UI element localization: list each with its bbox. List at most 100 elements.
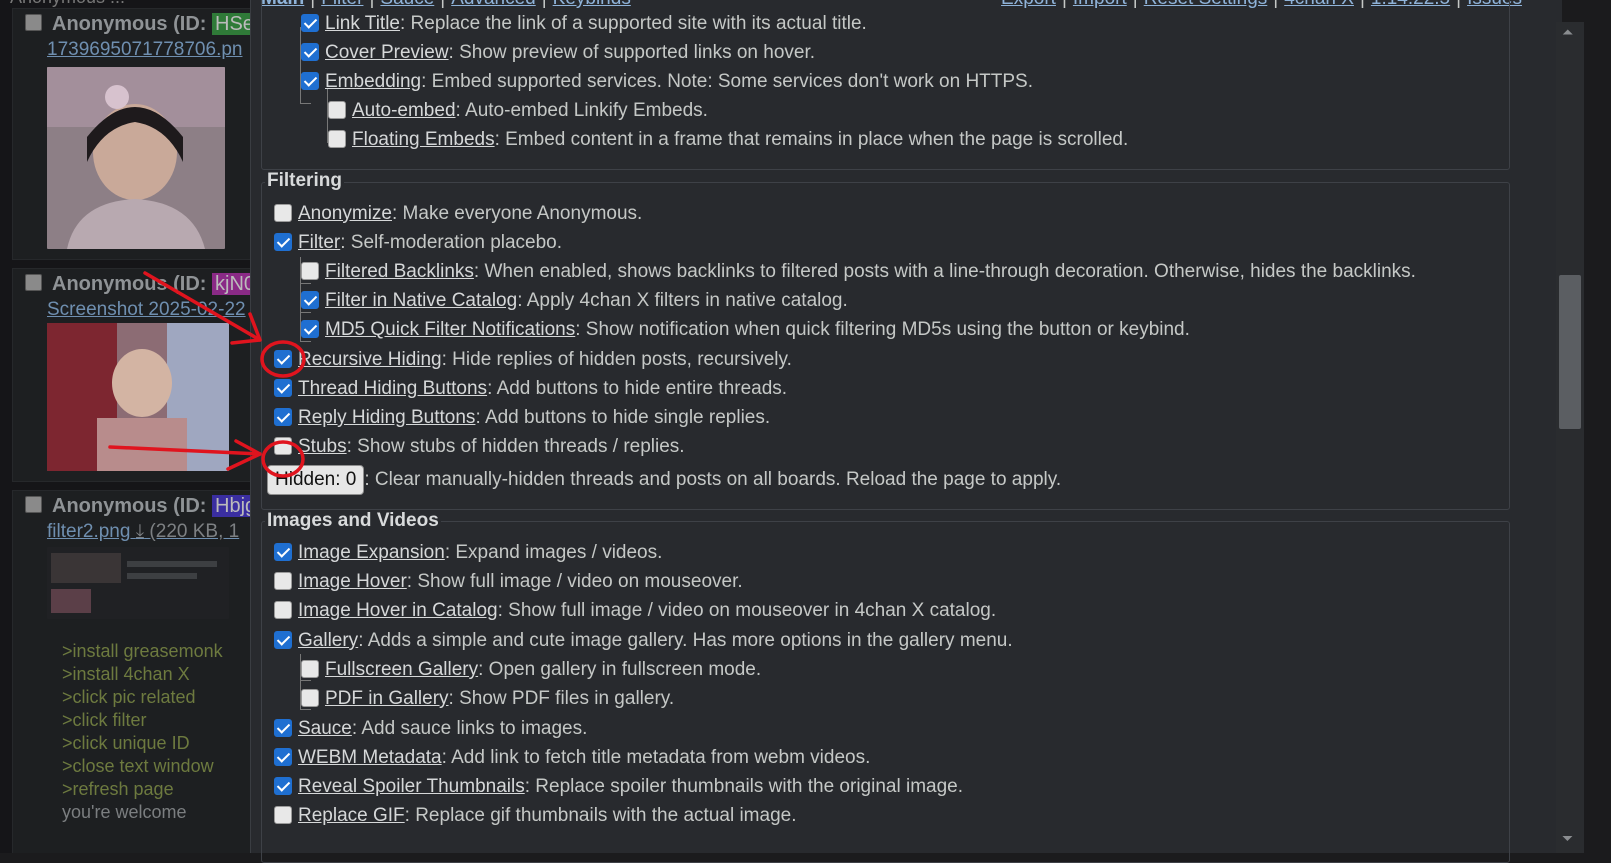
option-label[interactable]: MD5 Quick Filter Notifications [325,319,575,340]
option-filter[interactable]: Filter: Self-moderation placebo. [274,230,562,256]
file-info: (220 KB, 1 [144,521,240,542]
checkbox[interactable] [274,719,292,737]
option-label[interactable]: Filter in Native Catalog [325,290,517,311]
scroll-thumb[interactable] [1559,275,1581,429]
poster-id[interactable]: HSe [212,13,250,35]
scroll-up-icon[interactable]: ⏶ [1562,24,1573,41]
page-edge [1584,0,1611,853]
option-label[interactable]: Auto-embed [352,100,456,121]
option-webm-metadata[interactable]: WEBM Metadata: Add link to fetch title m… [274,745,870,771]
checkbox[interactable] [301,320,319,338]
poster-name: Anonymous [52,273,168,295]
checkbox[interactable] [274,543,292,561]
option-label[interactable]: Reveal Spoiler Thumbnails [298,776,525,797]
option-image-hover[interactable]: Image Hover: Show full image / video on … [274,569,743,595]
option-label[interactable]: Image Hover [298,571,407,592]
option-label[interactable]: Filtered Backlinks [325,261,474,282]
checkbox[interactable] [301,291,319,309]
option-filtered-backlinks[interactable]: Filtered Backlinks: When enabled, shows … [301,259,1416,285]
checkbox[interactable] [328,130,346,148]
option-sauce[interactable]: Sauce: Add sauce links to images. [274,716,587,742]
option-label[interactable]: Embedding [325,71,421,92]
checkbox[interactable] [274,437,292,455]
option-label[interactable]: Image Expansion [298,542,445,563]
download-icon[interactable]: ⤓ [136,521,144,542]
checkbox[interactable] [274,631,292,649]
checkbox[interactable] [274,379,292,397]
checkbox[interactable] [301,262,319,280]
checkbox[interactable] [328,101,346,119]
option-label[interactable]: Link Title [325,13,400,34]
option-link-title[interactable]: Link Title: Replace the link of a suppor… [301,11,867,37]
option-gallery[interactable]: Gallery: Adds a simple and cute image ga… [274,628,1013,654]
post-checkbox[interactable] [25,496,42,513]
checkbox[interactable] [274,806,292,824]
option-recursive-hiding[interactable]: Recursive Hiding: Hide replies of hidden… [274,347,792,373]
option-anonymize[interactable]: Anonymize: Make everyone Anonymous. [274,201,642,227]
file-name[interactable]: filter2.png [47,521,130,542]
option-label[interactable]: Image Hover in Catalog [298,600,498,621]
option-thread-hiding-buttons[interactable]: Thread Hiding Buttons: Add buttons to hi… [274,376,787,402]
post-thumbnail[interactable] [47,67,225,249]
post-header: Anonymous (ID: kjN0 [25,273,250,296]
post-thumbnail[interactable] [47,323,229,471]
checkbox[interactable] [301,14,319,32]
post-thumbnail[interactable] [47,547,229,619]
checkbox[interactable] [274,408,292,426]
scroll-down-icon[interactable]: ⏷ [1562,830,1573,847]
file-link[interactable]: 1739695071778706.pn [47,39,242,61]
option-label[interactable]: Recursive Hiding [298,349,442,370]
file-link[interactable]: filter2.png ⤓ (220 KB, 1 [47,521,239,543]
option-label[interactable]: Gallery [298,630,358,651]
checkbox[interactable] [301,43,319,61]
checkbox[interactable] [274,350,292,368]
option-auto-embed[interactable]: Auto-embed: Auto-embed Linkify Embeds. [328,98,708,124]
poster-id[interactable]: Hbjg [212,495,250,517]
post-checkbox[interactable] [25,14,42,31]
option-embedding[interactable]: Embedding: Embed supported services. Not… [301,69,1033,95]
option-pdf-in-gallery[interactable]: PDF in Gallery: Show PDF files in galler… [301,686,674,712]
option-label[interactable]: Sauce [298,718,352,739]
option-label[interactable]: Reply Hiding Buttons [298,407,475,428]
option-label[interactable]: Anonymize [298,203,392,224]
images-videos-legend: Images and Videos [265,510,441,532]
file-link[interactable]: Screenshot 2025-02-22 [47,299,246,321]
checkbox[interactable] [274,748,292,766]
post-checkbox[interactable] [25,274,42,291]
checkbox[interactable] [274,204,292,222]
close-icon[interactable]: ✖ [1529,0,1544,1]
option-cover-preview[interactable]: Cover Preview: Show preview of supported… [301,40,815,66]
greentext-line: >install greasemonk [62,641,223,661]
poster-id[interactable]: kjN0 [212,273,250,295]
option-label[interactable]: WEBM Metadata [298,747,442,768]
checkbox[interactable] [301,689,319,707]
option-desc: : Hide replies of hidden posts, recursiv… [441,349,792,370]
option-label[interactable]: Cover Preview [325,42,449,63]
option-label[interactable]: Fullscreen Gallery [325,659,478,680]
option-label[interactable]: Thread Hiding Buttons [298,378,487,399]
option-label[interactable]: PDF in Gallery [325,688,449,709]
option-reveal-spoiler-thumbnails[interactable]: Reveal Spoiler Thumbnails: Replace spoil… [274,774,963,800]
option-md5-quick-filter[interactable]: MD5 Quick Filter Notifications: Show not… [301,317,1190,343]
option-label[interactable]: Replace GIF [298,805,405,826]
option-filter-native-catalog[interactable]: Filter in Native Catalog: Apply 4chan X … [301,288,848,314]
option-desc: : Add buttons to hide single replies. [475,407,771,428]
option-stubs[interactable]: Stubs: Show stubs of hidden threads / re… [274,434,685,460]
option-label[interactable]: Stubs [298,436,347,457]
option-reply-hiding-buttons[interactable]: Reply Hiding Buttons: Add buttons to hid… [274,405,770,431]
option-label[interactable]: Floating Embeds [352,129,495,150]
checkbox[interactable] [301,660,319,678]
option-image-hover-catalog[interactable]: Image Hover in Catalog: Show full image … [274,598,996,624]
settings-scrollbar[interactable]: ⏶ ⏷ [1556,22,1584,853]
checkbox[interactable] [301,72,319,90]
option-floating-embeds[interactable]: Floating Embeds: Embed content in a fram… [328,127,1128,153]
checkbox[interactable] [274,233,292,251]
hidden-clear-button[interactable]: Hidden: 0 [267,465,365,495]
option-fullscreen-gallery[interactable]: Fullscreen Gallery: Open gallery in full… [301,657,761,683]
checkbox[interactable] [274,572,292,590]
checkbox[interactable] [274,777,292,795]
option-replace-gif[interactable]: Replace GIF: Replace gif thumbnails with… [274,803,796,829]
checkbox[interactable] [274,601,292,619]
option-label[interactable]: Filter [298,232,340,253]
option-image-expansion[interactable]: Image Expansion: Expand images / videos. [274,540,662,566]
